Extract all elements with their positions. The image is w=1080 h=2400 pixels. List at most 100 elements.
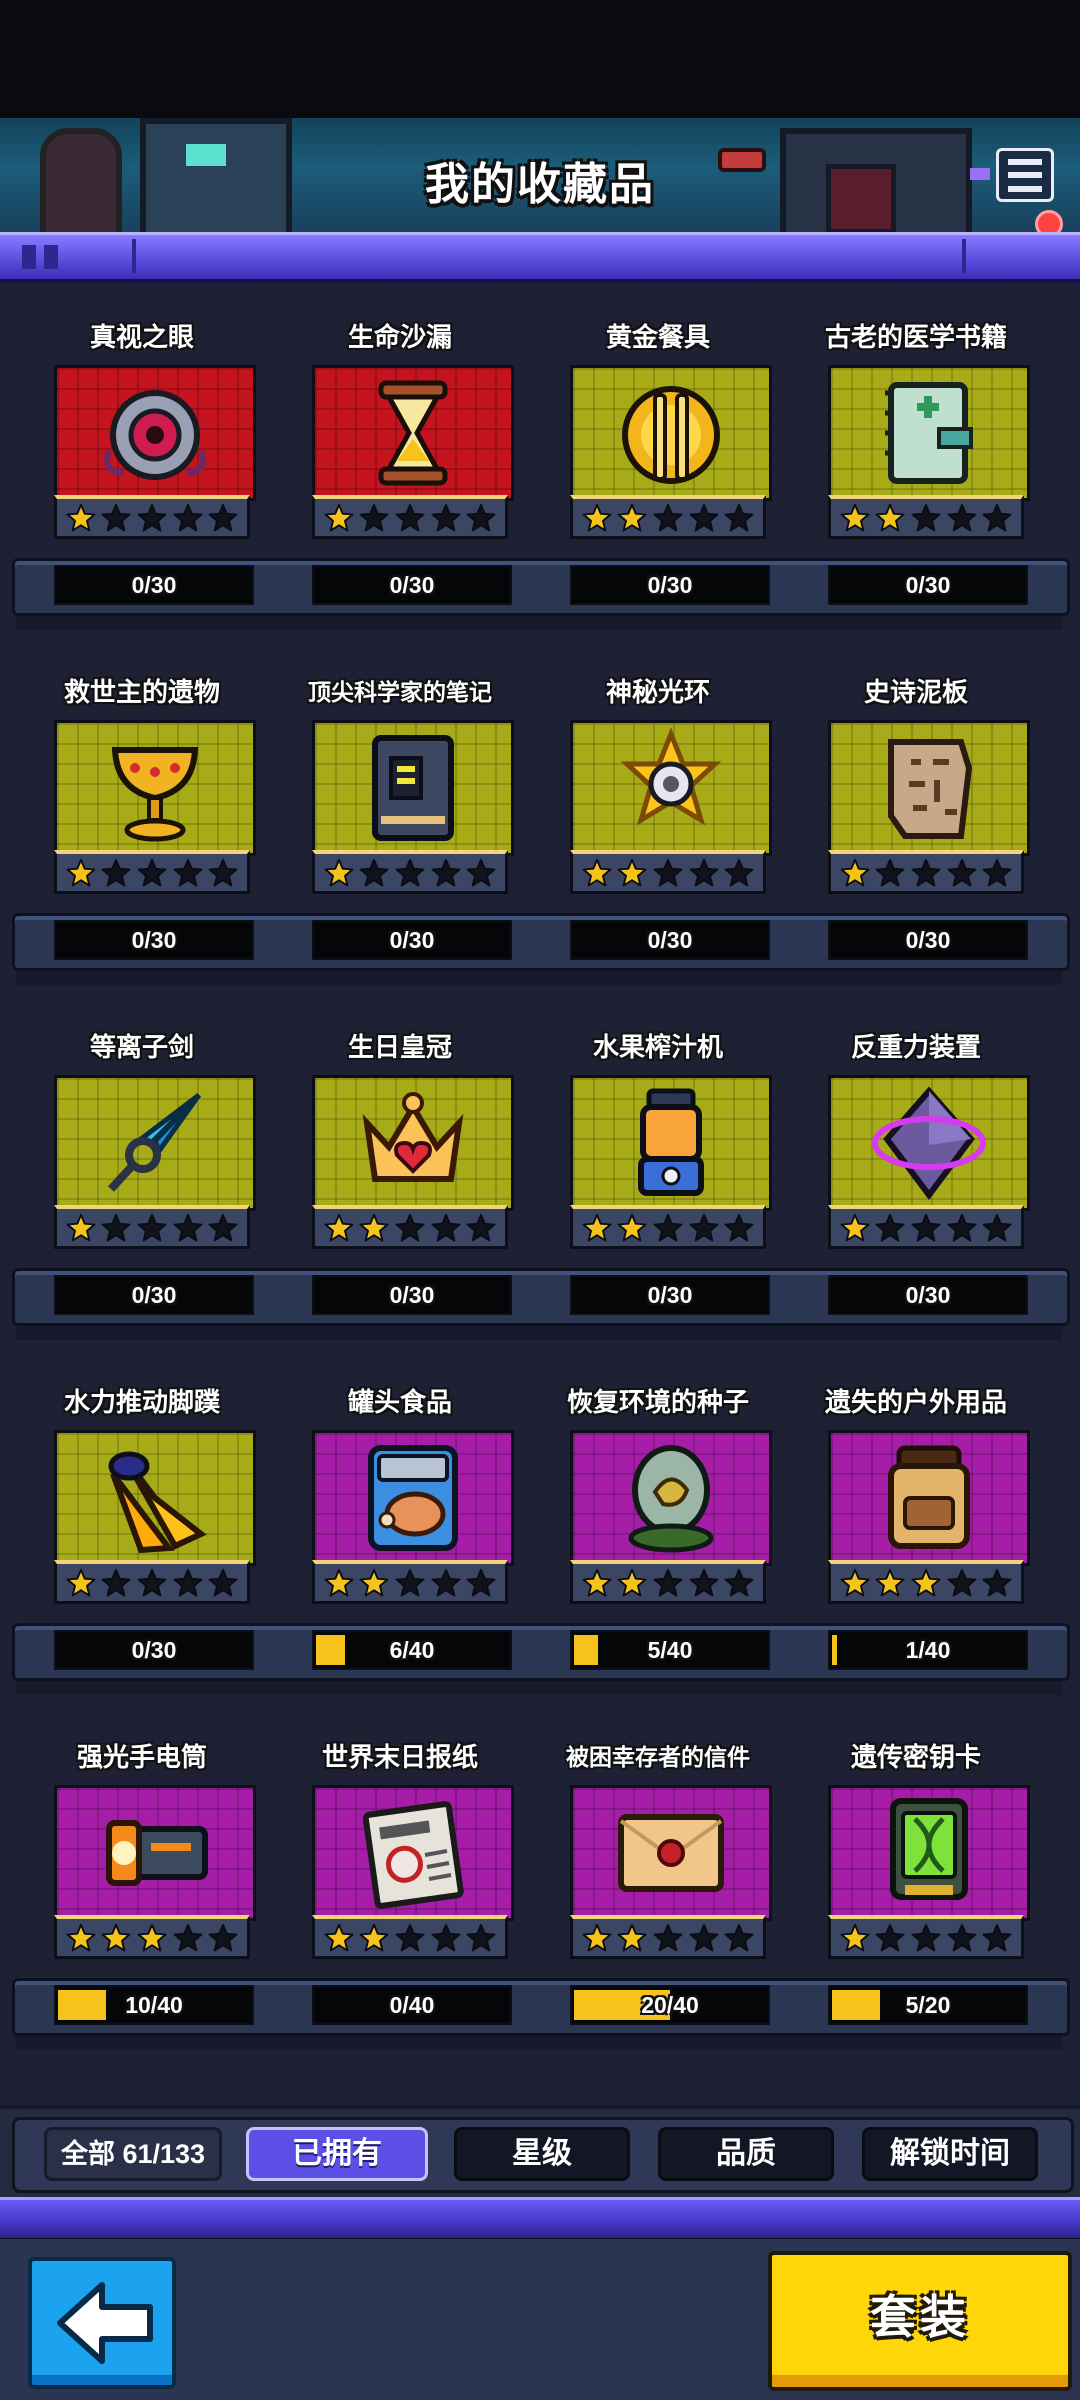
collection-item[interactable]: 水力推动脚蹼 0/30: [12, 1370, 272, 1680]
birthday-crown-icon: [362, 1092, 464, 1182]
item-progress: 0/30: [828, 565, 1028, 605]
item-name: 救世主的遗物: [63, 677, 220, 707]
collection-item[interactable]: 生日皇冠 0/30: [270, 1015, 530, 1325]
item-card[interactable]: [54, 365, 256, 501]
item-name: 水果榨汁机: [592, 1032, 723, 1062]
item-card[interactable]: [312, 1075, 514, 1211]
collection-item[interactable]: 强光手电筒 10/40: [12, 1725, 272, 2035]
star-rating: [570, 1915, 766, 1959]
progress-text: 0/30: [131, 1637, 177, 1663]
item-card[interactable]: [54, 1785, 256, 1921]
dna-keycard-icon: [890, 1798, 968, 1900]
collection-item[interactable]: 黄金餐具 0/30: [528, 305, 788, 615]
item-card[interactable]: [312, 365, 514, 501]
filter-rarity-tab[interactable]: 星级: [454, 2127, 630, 2181]
collection-item[interactable]: 救世主的遗物 0/30: [12, 660, 272, 970]
star-rating: [312, 1915, 508, 1959]
shelf-shadow: [16, 971, 1062, 985]
item-card[interactable]: [312, 720, 514, 856]
progress-text: 0/30: [389, 1282, 435, 1308]
golden-cutlery-icon: [622, 386, 720, 484]
progress-text: 0/30: [131, 1282, 177, 1308]
collection-item[interactable]: 史诗泥板 0/30: [786, 660, 1046, 970]
collection-item[interactable]: 生命沙漏 0/30: [270, 305, 530, 615]
item-card[interactable]: [570, 720, 772, 856]
item-card[interactable]: [828, 365, 1030, 501]
collection-item[interactable]: 遗传密钥卡 5/20: [786, 1725, 1046, 2035]
collection-item[interactable]: 世界末日报纸 0/40: [270, 1725, 530, 2035]
collection-item[interactable]: 水果榨汁机 0/30: [528, 1015, 788, 1325]
item-card[interactable]: [54, 720, 256, 856]
item-card[interactable]: [828, 720, 1030, 856]
star-rating: [828, 1205, 1024, 1249]
progress-text: 0/30: [905, 1282, 951, 1308]
juicer-icon: [638, 1088, 704, 1196]
backpack-icon: [888, 1445, 970, 1549]
item-progress: 0/30: [54, 1275, 254, 1315]
list-menu-button[interactable]: [996, 148, 1054, 202]
item-name: 生命沙漏: [347, 322, 452, 352]
item-card[interactable]: [312, 1430, 514, 1566]
item-progress: 1/40: [828, 1630, 1028, 1670]
star-rating: [570, 1560, 766, 1604]
collection-item[interactable]: 被困幸存者的信件 20/40: [528, 1725, 788, 2035]
filter-all-count[interactable]: 全部 61/133: [44, 2127, 222, 2181]
mystic-halo-icon: [620, 728, 722, 826]
shelf-shadow: [16, 616, 1062, 630]
bottom-decorative-band: [0, 2197, 1080, 2242]
filter-quality-tab[interactable]: 品质: [658, 2127, 834, 2181]
item-name: 反重力装置: [850, 1032, 981, 1062]
pause-icon: [22, 245, 66, 269]
collection-item[interactable]: 等离子剑 0/30: [12, 1015, 272, 1325]
item-card[interactable]: [570, 365, 772, 501]
top-decorative-band: [0, 232, 1080, 283]
medical-book-icon: [885, 382, 973, 484]
back-button[interactable]: [28, 2257, 176, 2389]
item-card[interactable]: [570, 1075, 772, 1211]
star-rating: [312, 495, 508, 539]
item-progress: 0/30: [828, 920, 1028, 960]
item-card[interactable]: [54, 1430, 256, 1566]
list-icon: [1008, 158, 1042, 165]
plasma-sword-icon: [108, 1093, 202, 1192]
item-name: 生日皇冠: [347, 1032, 452, 1062]
item-card[interactable]: [828, 1075, 1030, 1211]
item-card[interactable]: [570, 1430, 772, 1566]
item-card[interactable]: [570, 1785, 772, 1921]
item-progress: 0/30: [54, 920, 254, 960]
item-card[interactable]: [54, 1075, 256, 1211]
eye-orb-icon: [103, 390, 207, 480]
progress-text: 6/40: [389, 1637, 435, 1663]
collection-item[interactable]: 罐头食品 6/40: [270, 1370, 530, 1680]
collection-item[interactable]: 真视之眼 0/30: [12, 305, 272, 615]
collection-item[interactable]: 遗失的户外用品 1/40: [786, 1370, 1046, 1680]
star-rating: [570, 495, 766, 539]
back-arrow-icon: [57, 2282, 153, 2364]
item-card[interactable]: [312, 1785, 514, 1921]
filter-bar: 全部 61/133 已拥有 星级 品质 解锁时间: [0, 2105, 1080, 2201]
progress-text: 1/40: [905, 1637, 951, 1663]
item-card[interactable]: [828, 1785, 1030, 1921]
collection-item[interactable]: 反重力装置 0/30: [786, 1015, 1046, 1325]
outfit-button[interactable]: 套装: [768, 2251, 1072, 2391]
item-name: 世界末日报纸: [321, 1742, 478, 1772]
item-progress: 0/30: [312, 1275, 512, 1315]
item-progress: 0/30: [54, 565, 254, 605]
collection-item[interactable]: 恢复环境的种子 5/40: [528, 1370, 788, 1680]
star-rating: [54, 1915, 250, 1959]
collection-item[interactable]: 神秘光环 0/30: [528, 660, 788, 970]
item-name: 史诗泥板: [863, 677, 968, 707]
item-card[interactable]: [828, 1430, 1030, 1566]
collection-grid[interactable]: 真视之眼 0/30 生命沙漏 0/30 黄金餐具 0/30 古老的医学书籍 0/…: [0, 305, 1080, 2085]
item-progress: 5/40: [570, 1630, 770, 1670]
filter-unlock-time-tab[interactable]: 解锁时间: [862, 2127, 1038, 2181]
collection-item[interactable]: 古老的医学书籍 0/30: [786, 305, 1046, 615]
item-progress: 0/30: [312, 920, 512, 960]
item-progress: 0/40: [312, 1985, 512, 2025]
item-name: 恢复环境的种子: [566, 1387, 749, 1417]
item-name: 顶尖科学家的笔记: [308, 679, 492, 705]
canned-food-icon: [368, 1445, 458, 1551]
filter-owned-tab[interactable]: 已拥有: [246, 2127, 428, 2181]
collection-item[interactable]: 顶尖科学家的笔记 0/30: [270, 660, 530, 970]
progress-text: 5/40: [647, 1637, 693, 1663]
